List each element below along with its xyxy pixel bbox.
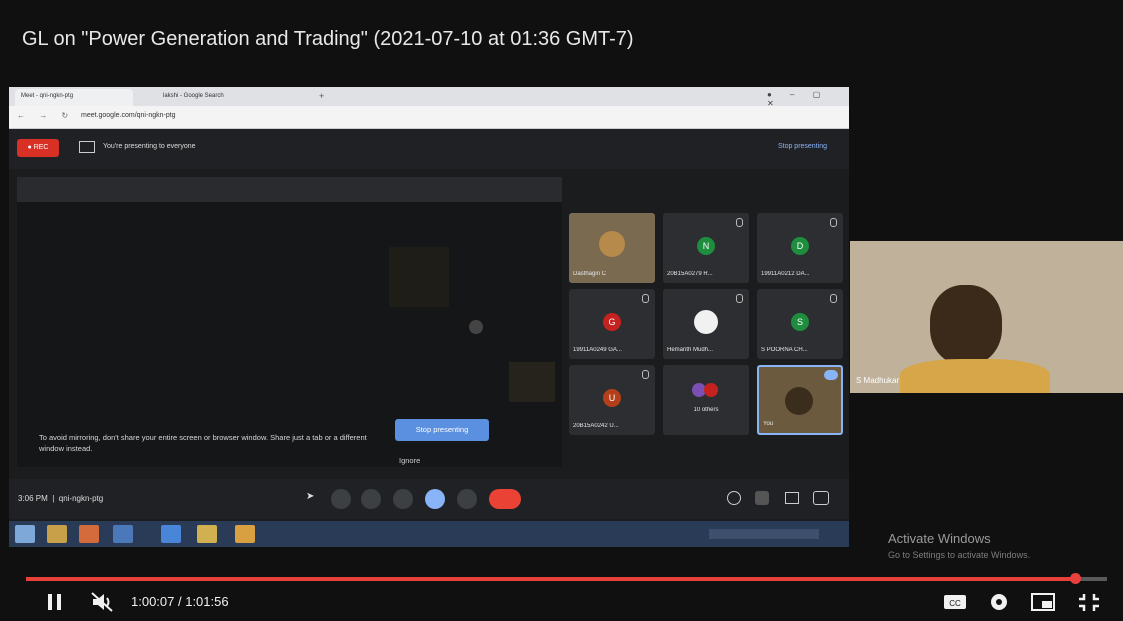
windows-taskbar [9,521,849,547]
browser-tab-meet[interactable]: Meet - qni-ngkn-ptg [15,89,133,106]
participant-avatar: U [603,389,621,407]
taskbar-app-icon[interactable] [161,525,181,543]
mic-muted-icon [642,294,649,303]
mirrored-tile [389,247,449,307]
others-label: 10 others [693,407,719,413]
present-screen-icon[interactable] [425,489,445,509]
participant-grid: Dasthagiri C N 20B15A0279 R... D 19911A0… [569,213,844,435]
meet-control-bar: 3:06 PM | qni-ngkn-ptg ➤ [9,479,849,519]
clock-time: 3:06 PM [18,494,48,503]
rec-badge: ● REC [17,139,59,157]
presenting-text: You're presenting to everyone [103,143,196,150]
meeting-code: qni-ngkn-ptg [58,494,104,503]
participant-name: Dasthagiri C [573,271,607,277]
stop-presenting-button[interactable]: Stop presenting [395,419,489,441]
mic-muted-icon [830,218,837,227]
svg-text:CC: CC [949,599,961,608]
mic-muted-icon [642,370,649,379]
taskbar-app-icon[interactable] [235,525,255,543]
presented-window-header [17,177,562,202]
mirrored-tile [509,362,555,402]
mic-icon[interactable] [331,489,351,509]
start-icon[interactable] [15,525,35,543]
participant-avatar [694,310,718,334]
participant-tile[interactable]: S S POORNA CH... [757,289,843,359]
rec-label: REC [33,144,49,151]
presenter-webcam [850,241,1123,393]
participant-avatar: N [697,237,715,255]
miniplayer-icon[interactable] [1028,589,1058,615]
present-icon [79,141,95,153]
participant-name: 20B15A0279 R... [667,271,713,277]
participant-name: S POORNA CH... [761,347,808,353]
participant-tile[interactable]: D 19911A0212 DA... [757,213,843,283]
nav-arrows-icon[interactable]: ← → ↻ [17,111,74,120]
participant-tile[interactable]: Dasthagiri C [569,213,655,283]
url-field[interactable]: meet.google.com/qni-ngkn-ptg [81,112,176,119]
video-title: GL on "Power Generation and Trading" (20… [22,28,634,50]
shared-screen: Meet - qni-ngkn-ptg lakshi - Google Sear… [9,87,849,547]
self-tile[interactable]: You [757,365,843,435]
participant-tile[interactable]: U 20B15A0242 U... [569,365,655,435]
tab-label: Meet - qni-ngkn-ptg [21,93,74,99]
tab-label: lakshi - Google Search [163,93,224,99]
more-vert-icon[interactable] [457,489,477,509]
participant-tile[interactable]: G 19911A0249 GA... [569,289,655,359]
mirroring-warning: To avoid mirroring, don't share your ent… [39,433,367,453]
participant-name: 20B15A0242 U... [573,423,619,429]
activate-windows-title: Activate Windows [888,531,991,546]
participant-video [599,231,625,257]
gear-icon[interactable] [984,589,1014,615]
participant-name: 19911A0212 DA... [761,271,810,277]
mirrored-avatar [469,320,483,334]
chat-icon[interactable] [785,492,799,504]
participant-name: Hemanth Mudh... [667,347,714,353]
participant-video [785,387,813,415]
cursor-icon: ➤ [306,491,315,502]
others-tile[interactable]: 10 others [663,365,749,435]
participant-name: You [763,421,774,427]
participant-avatar [704,383,718,397]
progress-scrubber[interactable] [1070,573,1081,584]
participant-avatar: D [791,237,809,255]
system-tray [709,529,819,539]
taskbar-app-icon[interactable] [113,525,133,543]
mic-muted-icon [736,218,743,227]
participant-name: 19911A0249 GA... [573,347,622,353]
presenter-video [900,359,1050,393]
ignore-button[interactable]: Ignore [399,456,420,465]
activate-windows-subtitle: Go to Settings to activate Windows. [888,550,1031,560]
exit-fullscreen-icon[interactable] [1074,589,1104,615]
progress-fill [26,577,1075,581]
participant-avatar: S [791,313,809,331]
webcam-name: S Madhukar [856,376,900,385]
camera-icon[interactable] [361,489,381,509]
taskbar-app-icon[interactable] [79,525,99,543]
cc-icon[interactable]: CC [940,589,970,615]
meet-presenting-bar: ● REC You're presenting to everyone Stop… [9,129,849,169]
participant-tile[interactable]: Hemanth Mudh... [663,289,749,359]
stop-presenting-link[interactable]: Stop presenting [778,143,827,150]
end-call-icon[interactable] [489,489,521,509]
presenter-video [930,285,1002,365]
taskbar-app-icon[interactable] [197,525,217,543]
mic-muted-icon [736,294,743,303]
mic-muted-icon [830,294,837,303]
activities-icon[interactable] [813,491,829,505]
mute-icon[interactable] [88,589,118,615]
browser-tab-strip: Meet - qni-ngkn-ptg lakshi - Google Sear… [9,87,849,108]
new-tab-icon[interactable]: + [319,91,324,101]
address-bar: ← → ↻ meet.google.com/qni-ngkn-ptg [9,106,849,129]
more-options-icon[interactable] [824,370,838,380]
pause-icon[interactable] [40,589,70,615]
participant-tile[interactable]: N 20B15A0279 R... [663,213,749,283]
raise-hand-icon[interactable] [393,489,413,509]
taskbar-app-icon[interactable] [47,525,67,543]
browser-tab-search[interactable]: lakshi - Google Search [157,89,307,106]
people-icon[interactable] [755,491,769,505]
participant-avatar: G [603,313,621,331]
meeting-clock: 3:06 PM | qni-ngkn-ptg [18,494,104,503]
info-icon[interactable] [727,491,741,505]
time-display: 1:00:07 / 1:01:56 [131,594,229,609]
